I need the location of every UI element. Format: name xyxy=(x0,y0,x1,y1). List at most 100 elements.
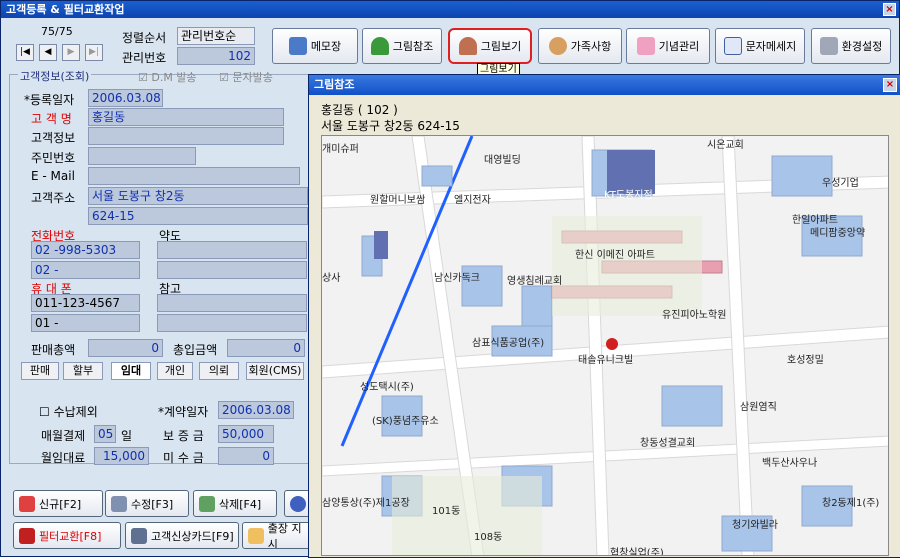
mobile2-field[interactable]: 01 - xyxy=(31,314,140,332)
unpaid-field[interactable]: 0 xyxy=(218,447,274,465)
sms-send-checkbox[interactable]: ☑ 문자발송 xyxy=(219,69,273,85)
sales-field[interactable]: 0 xyxy=(88,339,163,357)
tree-icon xyxy=(370,37,389,55)
main-window: 고객등록 & 필터교환작업 × 75/75 |◀ ◀ ▶ ▶| 정렬순서 관리번… xyxy=(0,0,900,558)
window-close-button[interactable]: × xyxy=(883,3,896,16)
next-record-button[interactable]: ▶ xyxy=(62,44,80,61)
unpaid-label: 미 수 금 xyxy=(163,451,204,465)
tab-installment[interactable]: 할부 xyxy=(63,362,103,380)
more-button[interactable] xyxy=(284,490,310,517)
sms-button[interactable]: 문자메세지 xyxy=(715,28,805,64)
id-field[interactable] xyxy=(88,147,196,165)
picture-ref-label: 그림참조 xyxy=(392,40,434,53)
first-record-button[interactable]: |◀ xyxy=(16,44,34,61)
mgmt-number-field[interactable]: 102 xyxy=(177,47,255,65)
family-button[interactable]: 가족사항 xyxy=(538,28,622,64)
map-label: 우성기업 xyxy=(822,178,859,189)
record-count: 75/75 xyxy=(41,25,73,38)
last-record-button[interactable]: ▶| xyxy=(85,44,103,61)
deposit-field[interactable]: 50,000 xyxy=(218,425,274,443)
edit-label: 수정[F3] xyxy=(131,497,174,511)
dm-checkbox[interactable]: ☑ D.M 발송 xyxy=(138,69,197,85)
email-label: E - Mail xyxy=(31,169,75,183)
picture-ref-button[interactable]: 그림참조 xyxy=(362,28,442,64)
delete-label: 삭제[F4] xyxy=(219,497,262,511)
map-label: 성도택시(주) xyxy=(360,382,414,393)
info-label: 고객정보 xyxy=(31,131,76,145)
filter-exchange-button[interactable]: 필터교환[F8] xyxy=(13,522,121,549)
new-button[interactable]: 신규[F2] xyxy=(13,490,103,517)
map-label: KT도봉지점 xyxy=(604,190,653,201)
day-unit: 일 xyxy=(121,429,133,443)
map-label: 영생침례교회 xyxy=(507,276,563,287)
abbr-field1[interactable] xyxy=(157,241,307,259)
sms-send-label: 문자발송 xyxy=(232,71,273,84)
filter-exchange-label: 필터교환[F8] xyxy=(39,529,102,543)
tab-rental[interactable]: 임대 xyxy=(111,362,151,380)
contract-date-label: *계약일자 xyxy=(158,405,209,419)
map-label: 청기와빌라 xyxy=(732,520,778,531)
tree-icon xyxy=(458,37,477,55)
income-field[interactable]: 0 xyxy=(227,339,305,357)
memo-button[interactable]: 메모장 xyxy=(272,28,358,64)
message-icon xyxy=(723,37,742,55)
mobile1-field[interactable]: 011-123-4567 xyxy=(31,294,140,312)
map-label: 시온교회 xyxy=(707,140,744,151)
ref-field2[interactable] xyxy=(157,314,307,332)
contract-date-field[interactable]: 2006.03.08 xyxy=(218,401,294,419)
edit-button[interactable]: 수정[F3] xyxy=(105,490,189,517)
rent-field[interactable]: 15,000 xyxy=(94,447,149,465)
map-label: 삼원염직 xyxy=(740,402,777,413)
address-line2-field[interactable]: 624-15 xyxy=(88,207,308,225)
people-icon xyxy=(548,37,567,55)
map-label: 협창실업(주) xyxy=(610,548,664,556)
tools-icon xyxy=(819,37,838,55)
phone2-field[interactable]: 02 - xyxy=(31,261,140,279)
customer-section-title: 고객정보(조회) xyxy=(18,68,92,84)
reg-date-label: *등록일자 xyxy=(24,93,75,107)
new-icon xyxy=(19,495,35,512)
map-label: 태솔유니크빌 xyxy=(578,355,634,366)
map-label: 백두산사우나 xyxy=(762,458,818,469)
map-label: (SK)풍념주유소 xyxy=(372,416,439,427)
settings-button[interactable]: 환경설정 xyxy=(811,28,891,64)
tab-sales[interactable]: 판매 xyxy=(21,362,59,380)
clipboard-icon xyxy=(248,527,264,544)
reg-date-field[interactable]: 2006.03.08 xyxy=(88,89,163,107)
map-image[interactable]: 개미슈퍼 대영빌딩 KT도봉지점 시온교회 우성기업 원할머니보쌈 엘지전자 한… xyxy=(321,135,889,556)
name-field[interactable]: 홍길동 xyxy=(88,108,284,126)
monthly-label: 매월결제 xyxy=(41,429,86,443)
phone1-field[interactable]: 02 -998-5303 xyxy=(31,241,140,259)
map-label: 삼양통상(주)제1공장 xyxy=(322,498,410,509)
map-label: 호성정밀 xyxy=(787,355,824,366)
sales-label: 판매총액 xyxy=(31,343,76,357)
info-field[interactable] xyxy=(88,127,284,145)
map-label: 원할머니보쌈 xyxy=(370,195,426,206)
tab-request[interactable]: 의뢰 xyxy=(199,362,239,380)
customer-card-button[interactable]: 고객신상카드[F9] xyxy=(125,522,239,549)
map-label: 101동 xyxy=(432,506,461,517)
email-field[interactable] xyxy=(88,167,300,185)
delete-button[interactable]: 삭제[F4] xyxy=(193,490,277,517)
prev-record-button[interactable]: ◀ xyxy=(39,44,57,61)
person-icon xyxy=(290,495,306,512)
anniversary-button[interactable]: 기념관리 xyxy=(626,28,710,64)
address-label: 고객주소 xyxy=(31,191,76,205)
map-label: 삼표식품공업(주) xyxy=(472,338,545,349)
popup-close-button[interactable]: × xyxy=(883,78,897,92)
abbr-field2[interactable] xyxy=(157,261,307,279)
ref-field1[interactable] xyxy=(157,294,307,312)
trip-order-button[interactable]: 출장 지시 xyxy=(242,522,312,549)
exclude-checkbox[interactable]: ☐ 수납제외 xyxy=(39,403,98,420)
tab-member[interactable]: 회원(CMS) xyxy=(246,362,304,380)
anniversary-label: 기념관리 xyxy=(658,40,700,53)
card-icon xyxy=(131,527,147,544)
tab-personal[interactable]: 개인 xyxy=(157,362,193,380)
picture-view-button[interactable]: 그림보기 xyxy=(448,28,532,64)
monthly-day-field[interactable]: 05 xyxy=(94,425,116,443)
exclude-label: 수납제외 xyxy=(53,405,98,419)
address-line1-field[interactable]: 서울 도봉구 창2동 xyxy=(88,187,308,205)
sort-label: 정렬순서 xyxy=(122,31,167,45)
map-label: 엘지전자 xyxy=(454,195,491,206)
sort-select[interactable]: 관리번호순 xyxy=(177,27,255,45)
